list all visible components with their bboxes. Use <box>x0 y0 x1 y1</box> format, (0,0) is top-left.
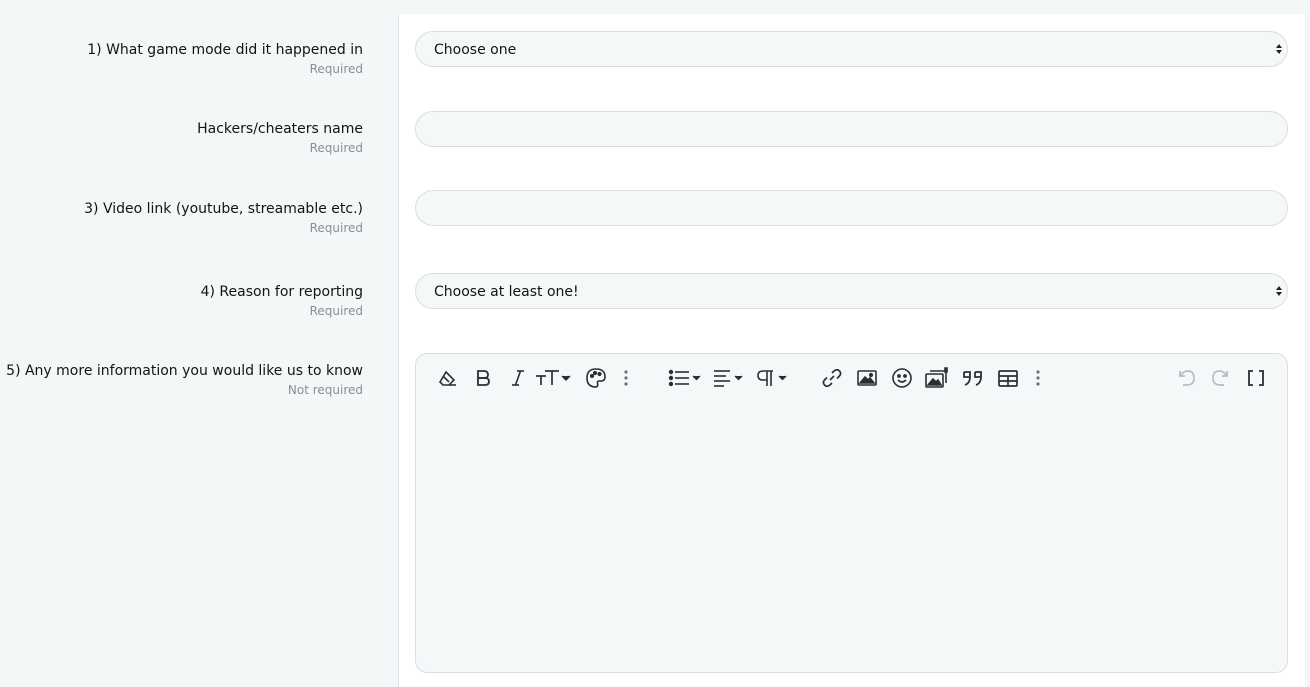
media-icon[interactable] <box>924 364 950 392</box>
text-size-icon[interactable] <box>535 364 571 392</box>
list-icon[interactable] <box>668 364 702 392</box>
undo-icon[interactable] <box>1174 364 1198 392</box>
game-mode-select[interactable]: Choose one <box>415 31 1288 67</box>
field-game-mode-label-group: 1) What game mode did it happened in Req… <box>0 41 380 77</box>
field-cheater-name-label: Hackers/cheaters name <box>197 121 363 137</box>
select-arrows-icon <box>1276 44 1282 54</box>
table-icon[interactable] <box>996 364 1020 392</box>
palette-icon[interactable] <box>584 364 608 392</box>
quote-icon[interactable] <box>960 364 986 392</box>
video-link-input[interactable] <box>415 190 1288 226</box>
link-icon[interactable] <box>820 364 844 392</box>
field-video-link-label: 3) Video link (youtube, streamable etc.) <box>84 201 363 217</box>
reason-select-value: Choose at least one! <box>434 284 579 300</box>
more-info-editor <box>415 353 1288 673</box>
field-reason-label-group: 4) Reason for reporting Required <box>0 283 380 319</box>
game-mode-select-value: Choose one <box>434 42 517 58</box>
smiley-icon[interactable] <box>890 364 914 392</box>
field-cheater-name-hint: Required <box>309 141 363 155</box>
more-vertical-icon[interactable] <box>620 364 632 392</box>
field-game-mode-label: 1) What game mode did it happened in <box>87 42 363 58</box>
select-arrows-icon <box>1276 286 1282 296</box>
field-more-info-hint: Not required <box>287 383 363 397</box>
field-video-link-hint: Required <box>309 221 363 235</box>
reason-select[interactable]: Choose at least one! <box>415 273 1288 309</box>
field-more-info-label: 5) Any more information you would like u… <box>6 363 363 379</box>
align-icon[interactable] <box>712 364 746 392</box>
bbcode-toggle-icon[interactable] <box>1244 364 1268 392</box>
eraser-icon[interactable] <box>436 364 460 392</box>
field-video-link-label-group: 3) Video link (youtube, streamable etc.)… <box>0 200 380 236</box>
inputs-column: Choose one Choose at least one! <box>398 14 1306 687</box>
paragraph-icon[interactable] <box>756 364 790 392</box>
editor-text-area[interactable] <box>416 402 1287 672</box>
labels-column: 1) What game mode did it happened in Req… <box>0 0 398 687</box>
italic-icon[interactable] <box>506 364 530 392</box>
bold-icon[interactable] <box>471 364 495 392</box>
field-cheater-name-label-group: Hackers/cheaters name Required <box>0 120 380 156</box>
image-icon[interactable] <box>855 364 879 392</box>
more-vertical-icon[interactable] <box>1032 364 1044 392</box>
field-reason-label: 4) Reason for reporting <box>200 284 363 300</box>
field-reason-hint: Required <box>309 304 363 318</box>
right-margin <box>1305 0 1310 687</box>
field-game-mode-hint: Required <box>309 62 363 76</box>
redo-icon[interactable] <box>1209 364 1233 392</box>
field-more-info-label-group: 5) Any more information you would like u… <box>0 362 380 398</box>
cheater-name-input[interactable] <box>415 111 1288 147</box>
